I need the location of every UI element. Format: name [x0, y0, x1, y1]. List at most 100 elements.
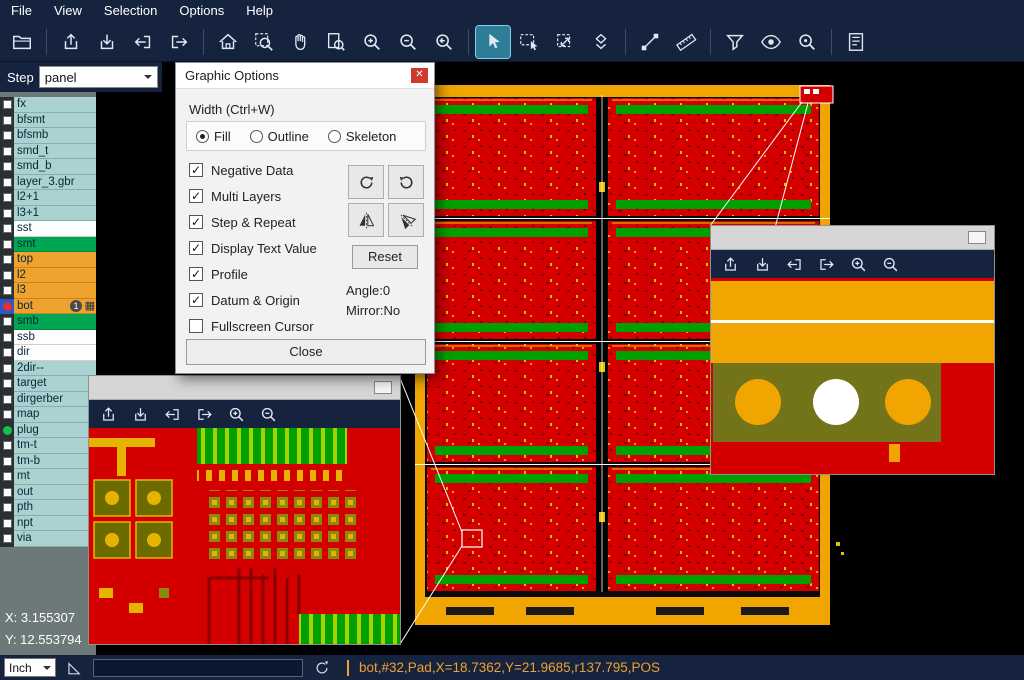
- layer-visibility-checkbox[interactable]: [0, 438, 14, 454]
- layer-visibility-checkbox[interactable]: [0, 454, 14, 470]
- layer-visibility-checkbox[interactable]: [0, 345, 14, 361]
- layer-row-dirgerber[interactable]: dirgerber: [0, 392, 96, 408]
- layer-row-bfsmb[interactable]: bfsmb: [0, 128, 96, 144]
- select-icon[interactable]: [476, 26, 510, 58]
- layer-visibility-checkbox[interactable]: [0, 283, 14, 299]
- import-right-icon[interactable]: [162, 26, 196, 58]
- zoom-page-icon[interactable]: [319, 26, 353, 58]
- import-right-icon[interactable]: [811, 252, 841, 276]
- layer-row-via[interactable]: via: [0, 531, 96, 547]
- layer-row-tm-t[interactable]: tm-t: [0, 438, 96, 454]
- zoom-out-icon[interactable]: [253, 402, 283, 426]
- dialog-titlebar[interactable]: Graphic Options ✕: [176, 63, 434, 89]
- dialog-option-multi-layers[interactable]: ✓Multi Layers: [189, 183, 339, 209]
- layer-visibility-checkbox[interactable]: [0, 314, 14, 330]
- import-up-icon[interactable]: [715, 252, 745, 276]
- layer-row-plug[interactable]: plug: [0, 423, 96, 439]
- open-file-icon[interactable]: [5, 26, 39, 58]
- layer-visibility-checkbox[interactable]: [0, 268, 14, 284]
- layer-row-fx[interactable]: fx: [0, 97, 96, 113]
- layer-visibility-checkbox[interactable]: [0, 144, 14, 160]
- checkbox[interactable]: ✓: [189, 293, 203, 307]
- layer-visibility-checkbox[interactable]: [0, 469, 14, 485]
- refresh-icon[interactable]: [313, 659, 331, 677]
- dialog-option-step-repeat[interactable]: ✓Step & Repeat: [189, 209, 339, 235]
- zoom-previous-icon[interactable]: [427, 26, 461, 58]
- dialog-option-profile[interactable]: ✓Profile: [189, 261, 339, 287]
- zoom-in-icon[interactable]: [843, 252, 873, 276]
- layer-row-target[interactable]: target: [0, 376, 96, 392]
- layer-visibility-checkbox[interactable]: [0, 190, 14, 206]
- layer-row-sst[interactable]: sst: [0, 221, 96, 237]
- magnifier-titlebar[interactable]: [711, 226, 994, 250]
- layer-visibility-checkbox[interactable]: [0, 237, 14, 253]
- import-up-icon[interactable]: [93, 402, 123, 426]
- menu-view[interactable]: View: [43, 0, 93, 22]
- checkbox[interactable]: ✓: [189, 163, 203, 177]
- layer-row-smd_b[interactable]: smd_b: [0, 159, 96, 175]
- import-up-icon[interactable]: [54, 26, 88, 58]
- layer-visibility-checkbox[interactable]: [0, 175, 14, 191]
- layer-row-top[interactable]: top: [0, 252, 96, 268]
- import-down-icon[interactable]: [747, 252, 777, 276]
- dialog-option-datum-origin[interactable]: ✓Datum & Origin: [189, 287, 339, 313]
- checkbox[interactable]: ✓: [189, 241, 203, 255]
- radio-dot[interactable]: [250, 130, 263, 143]
- layer-visibility-checkbox[interactable]: [0, 299, 14, 315]
- rotate-ccw-button[interactable]: [388, 165, 424, 199]
- report-icon[interactable]: [839, 26, 873, 58]
- layer-row-bot[interactable]: bot1▦: [0, 299, 96, 315]
- checkbox[interactable]: ✓: [189, 215, 203, 229]
- import-left-icon[interactable]: [157, 402, 187, 426]
- step-select[interactable]: panel: [39, 66, 158, 88]
- select-transform-icon[interactable]: [548, 26, 582, 58]
- layer-visibility-checkbox[interactable]: [0, 159, 14, 175]
- rotate-cw-button[interactable]: [348, 165, 384, 199]
- menu-help[interactable]: Help: [235, 0, 284, 22]
- import-left-icon[interactable]: [779, 252, 809, 276]
- menu-file[interactable]: File: [0, 0, 43, 22]
- measure-line-icon[interactable]: [633, 26, 667, 58]
- mirror-vertical-button[interactable]: [348, 203, 384, 237]
- close-icon[interactable]: ✕: [411, 68, 428, 83]
- command-input[interactable]: [93, 659, 303, 677]
- radio-dot[interactable]: [328, 130, 341, 143]
- select-rect-icon[interactable]: [512, 26, 546, 58]
- layer-row-bfsmt[interactable]: bfsmt: [0, 113, 96, 129]
- close-button[interactable]: Close: [186, 339, 426, 365]
- layer-row-l2+1[interactable]: l2+1: [0, 190, 96, 206]
- import-right-icon[interactable]: [189, 402, 219, 426]
- layer-row-ssb[interactable]: ssb: [0, 330, 96, 346]
- layer-visibility-checkbox[interactable]: [0, 330, 14, 346]
- magnifier-canvas[interactable]: [711, 278, 994, 474]
- layer-visibility-checkbox[interactable]: [0, 221, 14, 237]
- layer-visibility-checkbox[interactable]: [0, 500, 14, 516]
- layer-visibility-checkbox[interactable]: [0, 392, 14, 408]
- layer-visibility-checkbox[interactable]: [0, 206, 14, 222]
- layer-row-mt[interactable]: mt: [0, 469, 96, 485]
- radio-fill[interactable]: Fill: [196, 129, 231, 144]
- corner-triangle-icon[interactable]: [65, 658, 84, 677]
- dialog-option-display-text-value[interactable]: ✓Display Text Value: [189, 235, 339, 261]
- zoom-window-icon[interactable]: [247, 26, 281, 58]
- layer-row-l3+1[interactable]: l3+1: [0, 206, 96, 222]
- matrix-icon[interactable]: ▦: [85, 299, 95, 314]
- mirror-layers-icon[interactable]: [584, 26, 618, 58]
- layer-row-l2[interactable]: l2: [0, 268, 96, 284]
- layer-row-2dir--[interactable]: 2dir--: [0, 361, 96, 377]
- layer-row-l3[interactable]: l3: [0, 283, 96, 299]
- menu-options[interactable]: Options: [168, 0, 235, 22]
- pan-icon[interactable]: [283, 26, 317, 58]
- layer-row-out[interactable]: out: [0, 485, 96, 501]
- layer-visibility-checkbox[interactable]: [0, 376, 14, 392]
- search-icon[interactable]: [790, 26, 824, 58]
- import-down-icon[interactable]: [90, 26, 124, 58]
- ruler-icon[interactable]: [669, 26, 703, 58]
- detach-icon[interactable]: [968, 231, 986, 244]
- layer-visibility-checkbox[interactable]: [0, 531, 14, 547]
- layer-row-tm-b[interactable]: tm-b: [0, 454, 96, 470]
- highlight-view-icon[interactable]: [754, 26, 788, 58]
- zoom-out-icon[interactable]: [875, 252, 905, 276]
- layer-visibility-checkbox[interactable]: [0, 407, 14, 423]
- layer-visibility-checkbox[interactable]: [0, 423, 14, 439]
